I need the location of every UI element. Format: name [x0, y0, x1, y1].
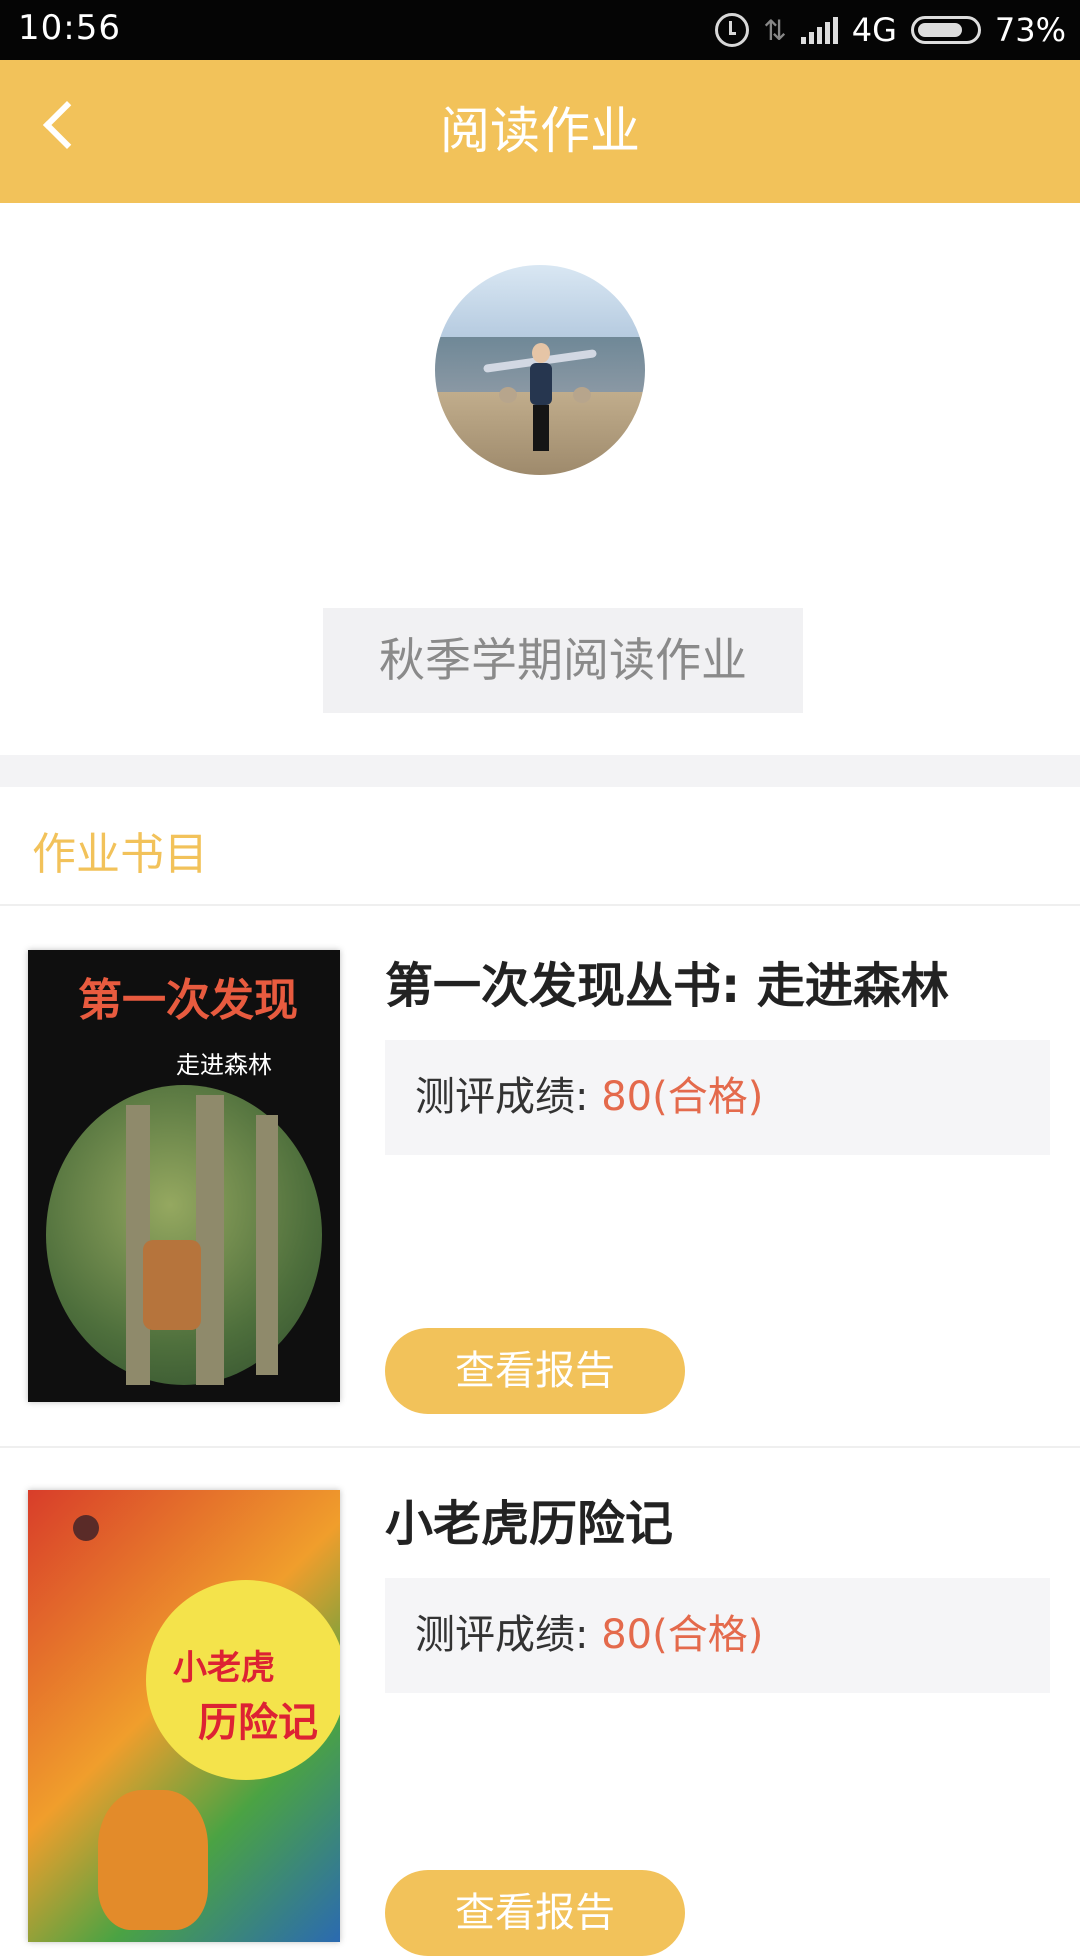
app-header: 阅读作业	[0, 60, 1080, 203]
score-box: 测评成绩: 80(合格)	[385, 1040, 1050, 1155]
cover-subtitle: 走进森林	[176, 1051, 272, 1079]
status-time: 10:56	[18, 8, 121, 48]
term-label: 秋季学期阅读作业	[379, 633, 747, 687]
cover-title-line2: 历险记	[198, 1700, 318, 1746]
network-label: 4G	[851, 11, 897, 49]
status-icons: ⇅ 4G 73%	[715, 8, 1066, 52]
cover-title-line1: 小老虎	[173, 1648, 275, 1688]
score-text: 测评成绩: 80(合格)	[415, 1578, 763, 1693]
view-report-button[interactable]: 查看报告	[385, 1870, 685, 1956]
view-report-button[interactable]: 查看报告	[385, 1328, 685, 1414]
page-title: 阅读作业	[440, 102, 640, 160]
battery-percent: 73%	[994, 11, 1066, 49]
book-cover: 第一次发现 走进森林	[28, 950, 340, 1402]
battery-icon	[910, 16, 981, 44]
score-value: 80(合格)	[601, 1074, 764, 1120]
signal-icon	[800, 16, 838, 44]
avatar	[435, 265, 645, 475]
book-item: 小老虎 历险记 小老虎历险记 测评成绩: 80(合格) 查看报告	[0, 1448, 1080, 1956]
alarm-icon	[715, 13, 750, 47]
term-chip: 秋季学期阅读作业	[323, 608, 803, 713]
data-transfer-icon: ⇅	[763, 13, 787, 47]
book-title[interactable]: 小老虎历险记	[385, 1484, 673, 1554]
book-title[interactable]: 第一次发现丛书: 走进森林	[385, 946, 949, 1016]
book-item: 第一次发现 走进森林 第一次发现丛书: 走进森林 测评成绩: 80(合格) 查看…	[0, 906, 1080, 1446]
cover-series: 第一次发现	[78, 964, 298, 1028]
section-gap	[0, 755, 1080, 787]
cover-series-text: 第一次发现	[78, 975, 298, 1026]
score-value: 80(合格)	[601, 1612, 764, 1658]
score-label: 测评成绩:	[415, 1612, 589, 1658]
score-label: 测评成绩:	[415, 1074, 589, 1120]
book-cover: 小老虎 历险记	[28, 1490, 340, 1942]
status-bar: 10:56 ⇅ 4G 73%	[0, 0, 1080, 60]
score-box: 测评成绩: 80(合格)	[385, 1578, 1050, 1693]
section-title: 作业书目	[32, 829, 208, 880]
score-text: 测评成绩: 80(合格)	[415, 1040, 763, 1155]
